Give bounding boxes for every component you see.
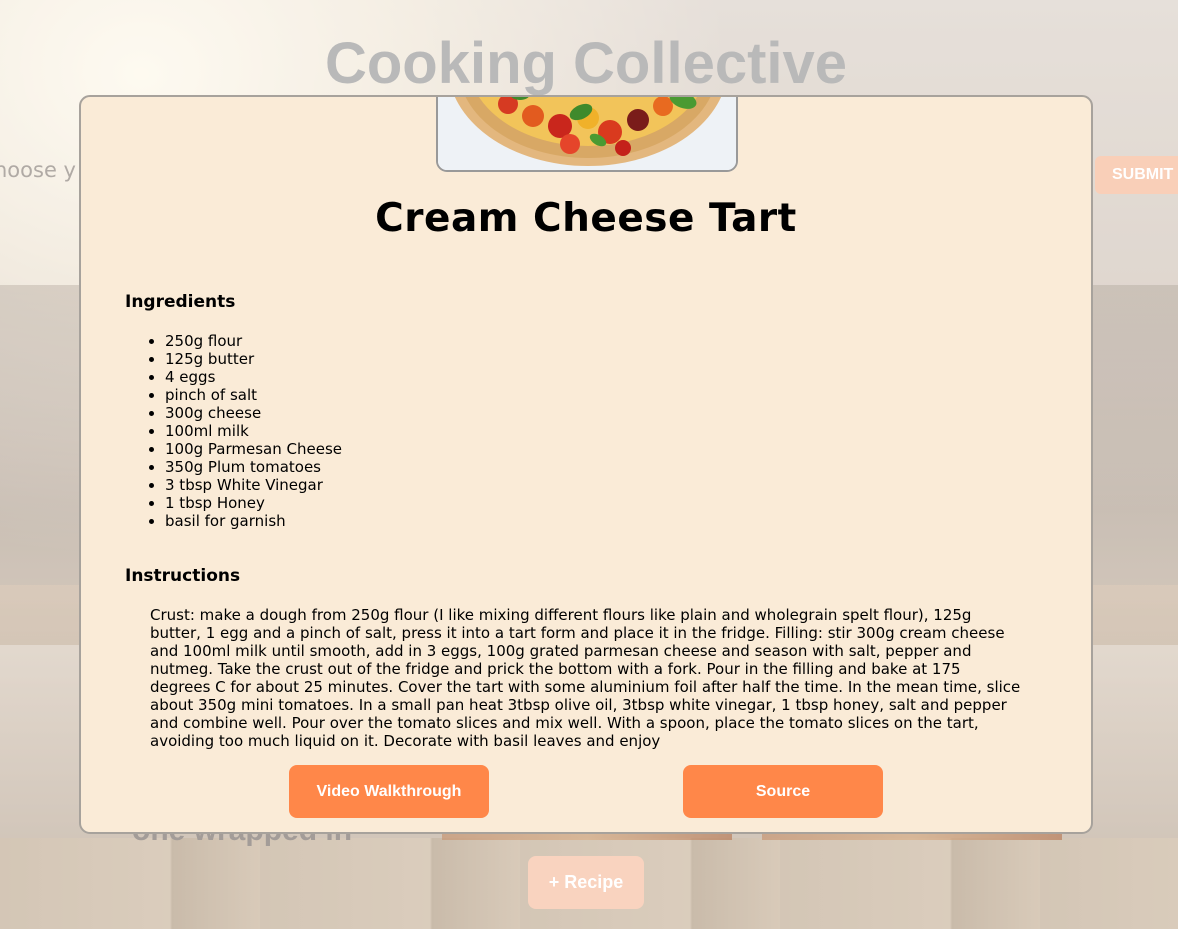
instructions-text: Crust: make a dough from 250g flour (I l… — [150, 606, 1021, 750]
site-title: Cooking Collective — [324, 31, 848, 96]
ingredient-item: 250g flour — [149, 332, 342, 350]
recipe-modal: Cream Cheese Tart Ingredients 250g flour… — [79, 95, 1093, 834]
ingredient-item: 1 tbsp Honey — [149, 494, 342, 512]
video-walkthrough-button[interactable]: Video Walkthrough — [289, 765, 489, 818]
ingredient-list: 250g flour 125g butter 4 eggs pinch of s… — [149, 332, 342, 530]
ingredient-item: 3 tbsp White Vinegar — [149, 476, 342, 494]
ingredient-item: 300g cheese — [149, 404, 342, 422]
ingredients-heading: Ingredients — [125, 292, 236, 312]
instructions-heading: Instructions — [125, 566, 241, 586]
submit-button[interactable]: SUBMIT — [1095, 156, 1178, 194]
ingredient-item: pinch of salt — [149, 386, 342, 404]
ingredient-item: 100ml milk — [149, 422, 342, 440]
add-recipe-button[interactable]: + Recipe — [528, 856, 644, 909]
ingredient-item: 100g Parmesan Cheese — [149, 440, 342, 458]
tomato-tart-photo-icon — [438, 97, 736, 170]
ingredient-item: basil for garnish — [149, 512, 342, 530]
recipe-title: Cream Cheese Tart — [375, 196, 797, 241]
choose-prompt-text: hoose y — [0, 158, 76, 182]
ingredient-item: 125g butter — [149, 350, 342, 368]
ingredient-item: 4 eggs — [149, 368, 342, 386]
recipe-image — [436, 97, 738, 172]
ingredient-item: 350g Plum tomatoes — [149, 458, 342, 476]
source-button[interactable]: Source — [683, 765, 883, 818]
